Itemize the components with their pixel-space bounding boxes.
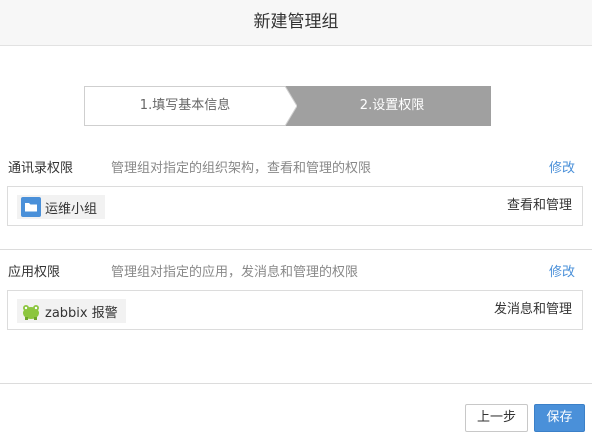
apps-permission-level: 发消息和管理: [493, 302, 572, 317]
apps-section-header: 应用权限 管理组对指定的应用，发消息和管理的权限 修改: [0, 261, 592, 281]
contacts-item-tag: 运维小组: [17, 195, 106, 219]
step-indicator: 1.填写基本信息 2.设置权限: [84, 86, 491, 126]
contacts-item-name: 运维小组: [45, 201, 98, 217]
dialog-title: 新建管理组: [0, 0, 592, 46]
apps-item-tag: zabbix 报警: [17, 299, 126, 323]
android-app-icon: [23, 305, 39, 320]
contacts-permission-box: 运维小组 查看和管理: [7, 186, 583, 226]
contacts-edit-link[interactable]: 修改: [549, 157, 575, 176]
step-arrow-icon: [285, 86, 297, 126]
contacts-section-desc: 管理组对指定的组织架构，查看和管理的权限: [111, 161, 372, 176]
folder-icon: [21, 197, 41, 217]
step-basic-info: 1.填写基本信息: [84, 86, 286, 126]
footer-divider: [0, 383, 592, 384]
prev-step-button[interactable]: 上一步: [465, 404, 528, 432]
apps-section-desc: 管理组对指定的应用，发消息和管理的权限: [111, 265, 359, 280]
contacts-permission-level: 查看和管理: [506, 198, 572, 213]
apps-edit-link[interactable]: 修改: [549, 261, 575, 280]
section-divider: [0, 249, 592, 250]
apps-permission-box: zabbix 报警 发消息和管理: [7, 290, 583, 330]
apps-section-title: 应用权限: [8, 265, 61, 280]
contacts-section-title: 通讯录权限: [8, 161, 74, 176]
contacts-section-header: 通讯录权限 管理组对指定的组织架构，查看和管理的权限 修改: [0, 157, 592, 177]
step-set-permissions: 2.设置权限: [285, 86, 491, 126]
apps-item-name: zabbix 报警: [45, 305, 118, 321]
save-button[interactable]: 保存: [534, 404, 585, 432]
